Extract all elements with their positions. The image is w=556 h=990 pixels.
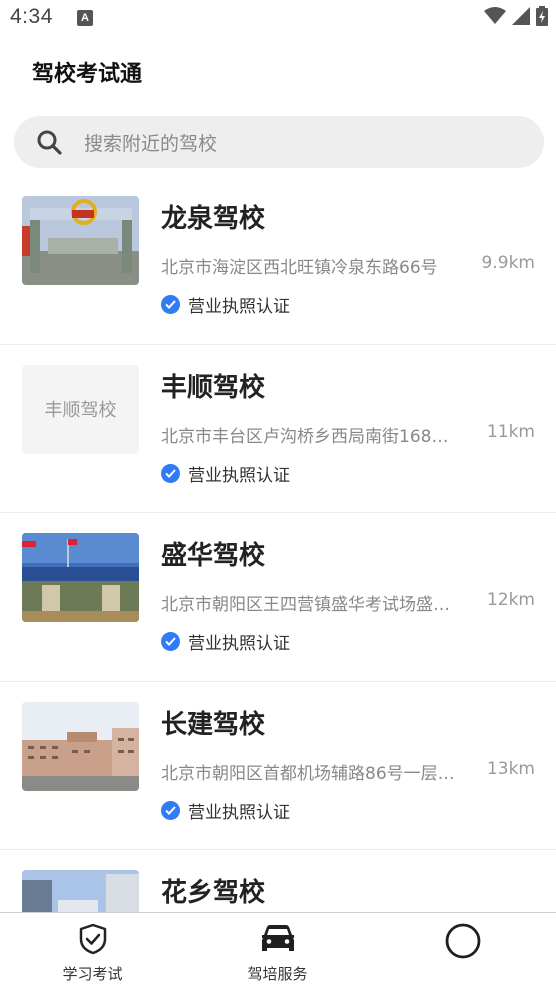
school-distance: 9.9km xyxy=(481,253,535,273)
school-photo-placeholder: 丰顺驾校 xyxy=(22,364,139,454)
school-name: 长建驾校 xyxy=(161,709,266,740)
search-input[interactable]: 搜索附近的驾校 xyxy=(14,116,544,168)
badge-label: 营业执照认证 xyxy=(188,465,290,486)
school-address: 北京市丰台区卢沟桥乡西局南街168… xyxy=(161,426,449,447)
bottom-tab-bar: 学习考试 驾培服务 xyxy=(0,912,556,990)
shield-check-icon xyxy=(79,923,106,955)
school-distance: 11km xyxy=(486,421,535,442)
school-photo xyxy=(22,701,139,791)
badge-label: 营业执照认证 xyxy=(188,802,290,823)
tab-label: 学习考试 xyxy=(62,965,123,983)
badge-label: 营业执照认证 xyxy=(188,634,290,654)
school-name: 龙泉驾校 xyxy=(161,204,266,234)
school-address: 北京市朝阳区首都机场辅路86号一层… xyxy=(161,763,455,784)
signal-icon xyxy=(512,7,530,25)
license-badge: 营业执照认证 xyxy=(161,461,290,486)
verified-check-icon xyxy=(161,632,180,651)
circle-icon xyxy=(445,923,480,959)
tab-label: 驾培服务 xyxy=(247,965,308,983)
page-title: 驾校考试通 xyxy=(32,62,143,87)
wifi-icon xyxy=(484,7,506,24)
car-icon xyxy=(261,925,294,951)
school-address: 北京市朝阳区王四营镇盛华考试场盛… xyxy=(161,595,450,615)
verified-check-icon xyxy=(161,295,180,314)
tab-driving-service[interactable]: 驾培服务 xyxy=(185,913,370,990)
school-photo xyxy=(22,533,139,622)
school-row[interactable]: 丰顺驾校 丰顺驾校 北京市丰台区卢沟桥乡西局南街168… 11km 营业执照认证 xyxy=(0,345,556,513)
school-row[interactable]: 龙泉驾校 北京市海淀区西北旺镇冷泉东路66号 9.9km 营业执照认证 xyxy=(0,176,556,345)
tab-profile[interactable] xyxy=(370,913,555,990)
badge-label: 营业执照认证 xyxy=(188,297,290,317)
license-badge: 营业执照认证 xyxy=(161,629,290,654)
school-name: 花乡驾校 xyxy=(161,878,266,908)
notification-a-icon: A xyxy=(77,10,93,26)
school-photo xyxy=(22,196,139,285)
school-photo xyxy=(22,870,139,912)
school-name: 盛华驾校 xyxy=(161,541,266,571)
school-distance: 13km xyxy=(486,758,535,779)
license-badge: 营业执照认证 xyxy=(161,798,290,823)
school-row[interactable]: 盛华驾校 北京市朝阳区王四营镇盛华考试场盛… 12km 营业执照认证 xyxy=(0,513,556,682)
school-name: 丰顺驾校 xyxy=(161,372,266,403)
status-time: 4:34 xyxy=(10,5,53,28)
verified-check-icon xyxy=(161,800,180,820)
battery-icon xyxy=(536,6,548,26)
status-bar: 4:34 A xyxy=(0,0,556,38)
license-badge: 营业执照认证 xyxy=(161,292,290,317)
placeholder-text: 丰顺驾校 xyxy=(44,400,117,421)
status-icons xyxy=(484,6,548,26)
search-icon xyxy=(37,130,62,155)
school-row[interactable]: 花乡驾校 xyxy=(0,850,556,912)
school-row[interactable]: 长建驾校 北京市朝阳区首都机场辅路86号一层… 13km 营业执照认证 xyxy=(0,682,556,850)
verified-check-icon xyxy=(161,463,180,483)
tab-study-exam[interactable]: 学习考试 xyxy=(0,913,185,990)
school-list: 龙泉驾校 北京市海淀区西北旺镇冷泉东路66号 9.9km 营业执照认证 丰顺驾校… xyxy=(0,176,556,912)
school-address: 北京市海淀区西北旺镇冷泉东路66号 xyxy=(161,258,438,278)
school-distance: 12km xyxy=(486,590,535,610)
search-placeholder: 搜索附近的驾校 xyxy=(84,133,218,155)
